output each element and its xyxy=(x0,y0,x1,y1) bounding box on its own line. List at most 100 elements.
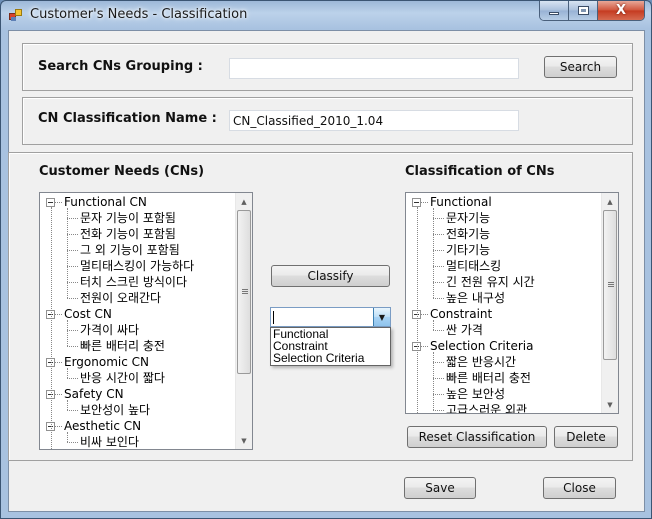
classification-type-combo[interactable]: ▼ xyxy=(270,307,391,327)
text-caret xyxy=(273,311,274,324)
tree-item[interactable]: 높은 보안성 xyxy=(406,386,601,402)
tree-item-label: 빠른 배터리 충전 xyxy=(80,339,165,353)
tree-item-label: 전화 기능이 포함됨 xyxy=(80,227,176,241)
tree-item[interactable]: 짧은 반응시간 xyxy=(406,354,601,370)
tree-item[interactable]: 문자 기능이 포함됨 xyxy=(40,210,235,226)
tree-item[interactable]: 고급스러운 외관 xyxy=(406,402,601,413)
scroll-thumb[interactable] xyxy=(603,210,617,360)
tree-item-label: 높은 내구성 xyxy=(446,291,506,305)
tree-group-label: Cost CN xyxy=(64,307,112,321)
tree-connector-line xyxy=(433,352,434,410)
tree-item-label: 멀티태스킹이 가능하다 xyxy=(80,259,195,273)
title-bar[interactable]: Customer's Needs - Classification X xyxy=(1,1,651,31)
tree-item[interactable]: 긴 전원 유지 시간 xyxy=(406,274,601,290)
delete-button[interactable]: Delete xyxy=(554,426,618,448)
tree-group-node[interactable]: Safety CN xyxy=(40,386,235,402)
tree-connector-line xyxy=(67,432,68,442)
client-area: Search CNs Grouping : Search CN Classifi… xyxy=(8,30,645,512)
tree-item[interactable]: 보안성이 높다 xyxy=(40,402,235,418)
tree-item[interactable]: 높은 내구성 xyxy=(406,290,601,306)
search-button[interactable]: Search xyxy=(544,56,617,78)
tree-item[interactable]: 가격이 싸다 xyxy=(40,322,235,338)
tree-item-label: 빠른 배터리 충전 xyxy=(446,371,531,385)
tree-item[interactable]: 빠른 배터리 충전 xyxy=(406,370,601,386)
tree-item-label: 비싸 보인다 xyxy=(80,435,140,449)
tree-item-label: 문자기능 xyxy=(446,211,491,225)
classification-group: Customer Needs (CNs) Classification of C… xyxy=(8,152,633,461)
combo-dropdown-button[interactable]: ▼ xyxy=(373,308,390,326)
scroll-thumb[interactable] xyxy=(237,210,251,374)
tree-connector-line xyxy=(433,208,434,298)
tree-item-label: 기타기능 xyxy=(446,243,491,257)
tree-group-node[interactable]: Selection Criteria xyxy=(406,338,601,354)
maximize-button[interactable] xyxy=(569,1,598,20)
tree-connector-line xyxy=(67,208,68,298)
save-button[interactable]: Save xyxy=(404,477,476,499)
tree-item-label: 전화기능 xyxy=(446,227,491,241)
tree-group-label: Constraint xyxy=(430,307,493,321)
tree-item[interactable]: 터치 스크린 방식이다 xyxy=(40,274,235,290)
maximize-icon xyxy=(577,6,589,15)
caption-buttons: X xyxy=(539,1,645,21)
tree-item-label: 문자 기능이 포함됨 xyxy=(80,211,176,225)
classification-scrollbar[interactable]: ▲ ▼ xyxy=(601,193,618,413)
tree-item[interactable]: 전화기능 xyxy=(406,226,601,242)
tree-item-label: 전원이 오래간다 xyxy=(80,291,162,305)
search-label: Search CNs Grouping : xyxy=(38,59,203,74)
tree-item[interactable]: 싼 가격 xyxy=(406,322,601,338)
tree-item[interactable]: 그 외 기능이 포함됨 xyxy=(40,242,235,258)
tree-item-label: 가격이 싸다 xyxy=(80,323,140,337)
tree-item[interactable]: 멀티태스킹 xyxy=(406,258,601,274)
tree-item[interactable]: 멀티태스킹이 가능하다 xyxy=(40,258,235,274)
classification-heading: Classification of CNs xyxy=(405,164,555,179)
tree-item[interactable]: 전화 기능이 포함됨 xyxy=(40,226,235,242)
tree-group-label: Aesthetic CN xyxy=(64,419,142,433)
scroll-down-arrow-icon[interactable]: ▼ xyxy=(602,396,618,413)
collapse-icon[interactable] xyxy=(412,198,421,207)
search-input[interactable] xyxy=(229,58,519,79)
tree-group-label: Selection Criteria xyxy=(430,339,534,353)
close-window-button[interactable]: X xyxy=(598,1,644,20)
chevron-down-icon: ▼ xyxy=(378,312,386,322)
tree-item[interactable]: 문자기능 xyxy=(406,210,601,226)
tree-group-node[interactable]: Ergonomic CN xyxy=(40,354,235,370)
tree-group-node[interactable]: Cost CN xyxy=(40,306,235,322)
scroll-down-arrow-icon[interactable]: ▼ xyxy=(236,432,252,449)
tree-connector-line xyxy=(67,320,68,346)
tree-connector-line xyxy=(67,368,68,378)
customer-needs-tree-items: Functional CN 문자 기능이 포함됨전화 기능이 포함됨 그 외 기능이… xyxy=(40,193,235,449)
tree-item[interactable]: 빠른 배터리 충전 xyxy=(40,338,235,354)
tree-group-node[interactable]: Functional xyxy=(406,194,601,210)
tree-item[interactable]: 기타기능 xyxy=(406,242,601,258)
tree-root-line xyxy=(417,207,418,413)
tree-item[interactable]: 비싸 보인다 xyxy=(40,434,235,449)
classification-name-group: CN Classification Name : xyxy=(22,97,633,145)
close-button[interactable]: Close xyxy=(543,477,616,499)
customer-needs-scrollbar[interactable]: ▲ ▼ xyxy=(235,193,252,449)
customer-needs-tree[interactable]: Functional CN 문자 기능이 포함됨전화 기능이 포함됨 그 외 기능이… xyxy=(39,192,253,450)
tree-item-label: 보안성이 높다 xyxy=(80,403,151,417)
dropdown-option[interactable]: Selection Criteria xyxy=(273,352,390,364)
collapse-icon[interactable] xyxy=(46,198,55,207)
classification-name-label: CN Classification Name : xyxy=(38,111,217,126)
tree-group-node[interactable]: Functional CN xyxy=(40,194,235,210)
tree-item[interactable]: 전원이 오래간다 xyxy=(40,290,235,306)
classify-button[interactable]: Classify xyxy=(271,265,390,287)
tree-group-node[interactable]: Constraint xyxy=(406,306,601,322)
scroll-up-arrow-icon[interactable]: ▲ xyxy=(236,193,252,210)
scroll-up-arrow-icon[interactable]: ▲ xyxy=(602,193,618,210)
tree-group-node[interactable]: Aesthetic CN xyxy=(40,418,235,434)
app-icon xyxy=(9,9,23,21)
search-group: Search CNs Grouping : Search xyxy=(22,43,633,91)
classification-type-dropdown: Functional Constraint Selection Criteria xyxy=(270,327,391,366)
reset-classification-button[interactable]: Reset Classification xyxy=(407,426,547,448)
tree-group-label: Ergonomic CN xyxy=(64,355,150,369)
close-icon: X xyxy=(615,3,627,18)
tree-item[interactable]: 반응 시간이 짧다 xyxy=(40,370,235,386)
classification-name-input[interactable] xyxy=(229,110,519,131)
tree-group-label: Safety CN xyxy=(64,387,124,401)
minimize-button[interactable] xyxy=(540,1,569,20)
classification-tree[interactable]: Functional 문자기능 전화기능 기타기능 멀티태스킹 긴 전원 유지 시간 높은 … xyxy=(405,192,619,414)
tree-group-label: Functional xyxy=(430,195,492,209)
tree-item-label: 터치 스크린 방식이다 xyxy=(80,275,187,289)
